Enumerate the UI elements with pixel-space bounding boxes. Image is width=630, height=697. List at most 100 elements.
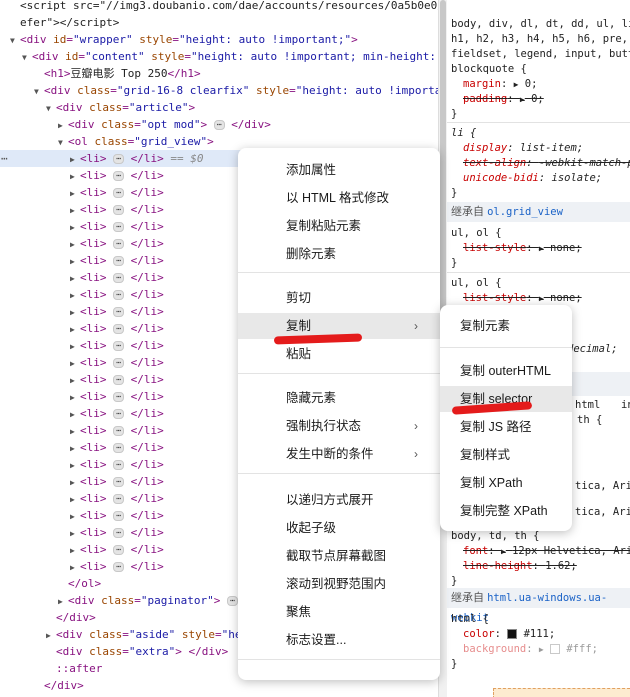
menu-item[interactable]: 发生中断的条件 › [238,441,440,467]
submenu-item[interactable]: 复制 XPath [440,470,572,496]
submenu-item[interactable]: 复制 outerHTML [440,358,572,384]
dom-node-markup: <li> ⋯ </li> [80,407,164,420]
expand-triangle-icon[interactable]: ▶ [70,287,80,304]
css-prop-list-style-2[interactable]: list-style: ▶ none; [463,291,582,306]
collapse-triangle-icon[interactable]: ▼ [46,100,56,117]
expand-triangle-icon[interactable]: ▶ [70,372,80,389]
expand-triangle-icon[interactable]: ▶ [70,508,80,525]
css-selector-reset-3[interactable]: fieldset, legend, input, button [451,47,630,62]
menu-item[interactable]: 剪切 [238,285,440,311]
color-swatch[interactable] [550,644,561,654]
dom-node-row[interactable]: ▼ <div id="wrapper" style="height: auto !… [0,31,438,48]
expand-triangle-icon[interactable]: ▶ [70,559,80,576]
submenu-item[interactable]: 复制元素 [440,313,572,339]
css-prop-unicode-bidi[interactable]: unicode-bidi: isolate; [463,171,602,186]
dom-node-row[interactable]: ▶ <div class="opt mod"> ⋯ </div> [0,116,438,133]
expand-triangle-icon[interactable]: ▶ [46,627,56,644]
expand-triangle-icon[interactable]: ▶ [70,457,80,474]
css-prop-text-align[interactable]: text-align: -webkit-match-pa [463,156,630,171]
dom-node-row[interactable]: ▼ <div class="article"> [0,99,438,116]
expand-triangle-icon[interactable]: ▶ [70,406,80,423]
css-prop-margin[interactable]: margin: ▶ 0; [463,77,537,92]
menu-item[interactable]: 聚焦 [238,599,440,625]
css-prop-font[interactable]: font: ▶ 12px Helvetica, Aria [463,544,630,559]
row-menu-dots[interactable]: ⋯ [1,150,8,167]
menu-item[interactable]: 粘贴 [238,341,440,367]
expand-triangle-icon[interactable]: ▶ [70,474,80,491]
submenu-item[interactable]: 复制 JS 路径 [440,414,572,440]
expand-triangle-icon[interactable]: ▶ [70,304,80,321]
menu-item[interactable]: 滚动到视野范围内 [238,571,440,597]
menu-item[interactable]: 标志设置... [238,627,440,653]
css-prop-line-height[interactable]: line-height: 1.62; [463,559,577,574]
css-prop-padding[interactable]: padding: ▶ 0; [463,92,544,107]
menu-item[interactable]: 隐藏元素 [238,385,440,411]
css-selector-reset-2[interactable]: h1, h2, h3, h4, h5, h6, pre, co [451,32,630,47]
css-prop-display[interactable]: display: list-item; [463,141,583,156]
css-prop-background[interactable]: background: ▶ #fff; [463,642,598,657]
dom-node-row[interactable]: ▼ <div class="grid-16-8 clearfix" style="… [0,82,438,99]
menu-item[interactable]: 以 HTML 格式修改 [238,185,440,211]
css-selector-body[interactable]: body, td, th { [451,529,540,544]
submenu-item-label: 复制 outerHTML [460,364,551,378]
context-menu: 添加属性以 HTML 格式修改 复制粘贴元素 删除元素 剪切 复制 › 粘贴 隐藏元素 强制执行… [238,148,440,680]
menu-item[interactable]: 截取节点屏幕截图 [238,543,440,569]
css-prop-color[interactable]: color: #111; [463,627,555,642]
css-text-font-2: tica, Aria [575,506,630,518]
menu-item[interactable]: 添加属性 [238,157,440,183]
submenu-item-label: 复制 JS 路径 [460,420,532,434]
expand-triangle-icon[interactable]: ▶ [70,423,80,440]
expand-triangle-icon[interactable]: ▶ [58,117,68,134]
dom-node-row[interactable]: <h1>豆瓣电影 Top 250</h1> [0,65,438,82]
expand-triangle-icon[interactable]: ▶ [70,270,80,287]
expand-triangle-icon[interactable]: ▶ [70,202,80,219]
submenu-item[interactable]: 复制完整 XPath [440,498,572,524]
collapse-triangle-icon[interactable]: ▼ [22,49,32,66]
css-prop-list-style[interactable]: list-style: ▶ none; [463,241,582,256]
color-swatch[interactable] [507,629,518,639]
submenu-item[interactable]: 复制样式 [440,442,572,468]
menu-item[interactable]: 强制执行状态 › [238,413,440,439]
dom-node-markup: <li> ⋯ </li> [80,237,164,250]
expand-triangle-icon[interactable]: ▶ [70,151,80,168]
menu-item[interactable]: 收起子级 [238,515,440,541]
menu-item-label: 标志设置... [286,633,347,647]
expand-triangle-icon[interactable]: ▶ [70,321,80,338]
expand-triangle-icon[interactable]: ▶ [70,185,80,202]
css-selector-ul-ol[interactable]: ul, ol { [451,226,502,241]
dom-node-row[interactable]: efer"></script> [0,14,438,31]
inherited-from-link[interactable]: ol.grid_view [487,206,563,218]
expand-triangle-icon[interactable]: ▶ [70,389,80,406]
menu-item[interactable]: 复制粘贴元素 [238,213,440,239]
dom-node-row[interactable]: ▼ <div id="content" style="height: auto !… [0,48,438,65]
css-selector-ul-ol-2[interactable]: ul, ol { [451,276,502,291]
expand-triangle-icon[interactable]: ▶ [70,253,80,270]
dom-node-markup: </div> [44,679,84,692]
css-text-in: in [621,399,630,411]
menu-item-label: 强制执行状态 [286,419,362,433]
dom-node-markup: <li> ⋯ </li> [80,526,164,539]
expand-triangle-icon[interactable]: ▶ [70,355,80,372]
dom-node-markup: <li> ⋯ </li> [80,203,164,216]
expand-triangle-icon[interactable]: ▶ [70,440,80,457]
menu-item[interactable]: 删除元素 [238,241,440,267]
expand-triangle-icon[interactable]: ▶ [70,491,80,508]
expand-triangle-icon[interactable]: ▶ [58,593,68,610]
collapse-triangle-icon[interactable]: ▼ [58,134,68,151]
dom-node-row[interactable]: <script src="//img3.doubanio.com/dae/acc… [0,0,438,14]
expand-triangle-icon[interactable]: ▶ [70,525,80,542]
expand-triangle-icon[interactable]: ▶ [70,168,80,185]
expand-triangle-icon[interactable]: ▶ [70,338,80,355]
expand-triangle-icon[interactable]: ▶ [70,219,80,236]
menu-item[interactable]: 以递归方式展开 [238,487,440,513]
menu-item-label: 添加属性 [286,163,337,177]
collapse-triangle-icon[interactable]: ▼ [34,83,44,100]
expand-triangle-icon[interactable]: ▶ [70,236,80,253]
css-selector-reset-4[interactable]: blockquote { [451,62,527,77]
css-selector-html[interactable]: html { [451,612,489,627]
css-selector-li[interactable]: li { [451,126,476,141]
css-selector-reset-1[interactable]: body, div, dl, dt, dd, ul, li, [451,17,630,32]
css-value-decimal: decimal; [567,343,618,355]
collapse-triangle-icon[interactable]: ▼ [10,32,20,49]
expand-triangle-icon[interactable]: ▶ [70,542,80,559]
